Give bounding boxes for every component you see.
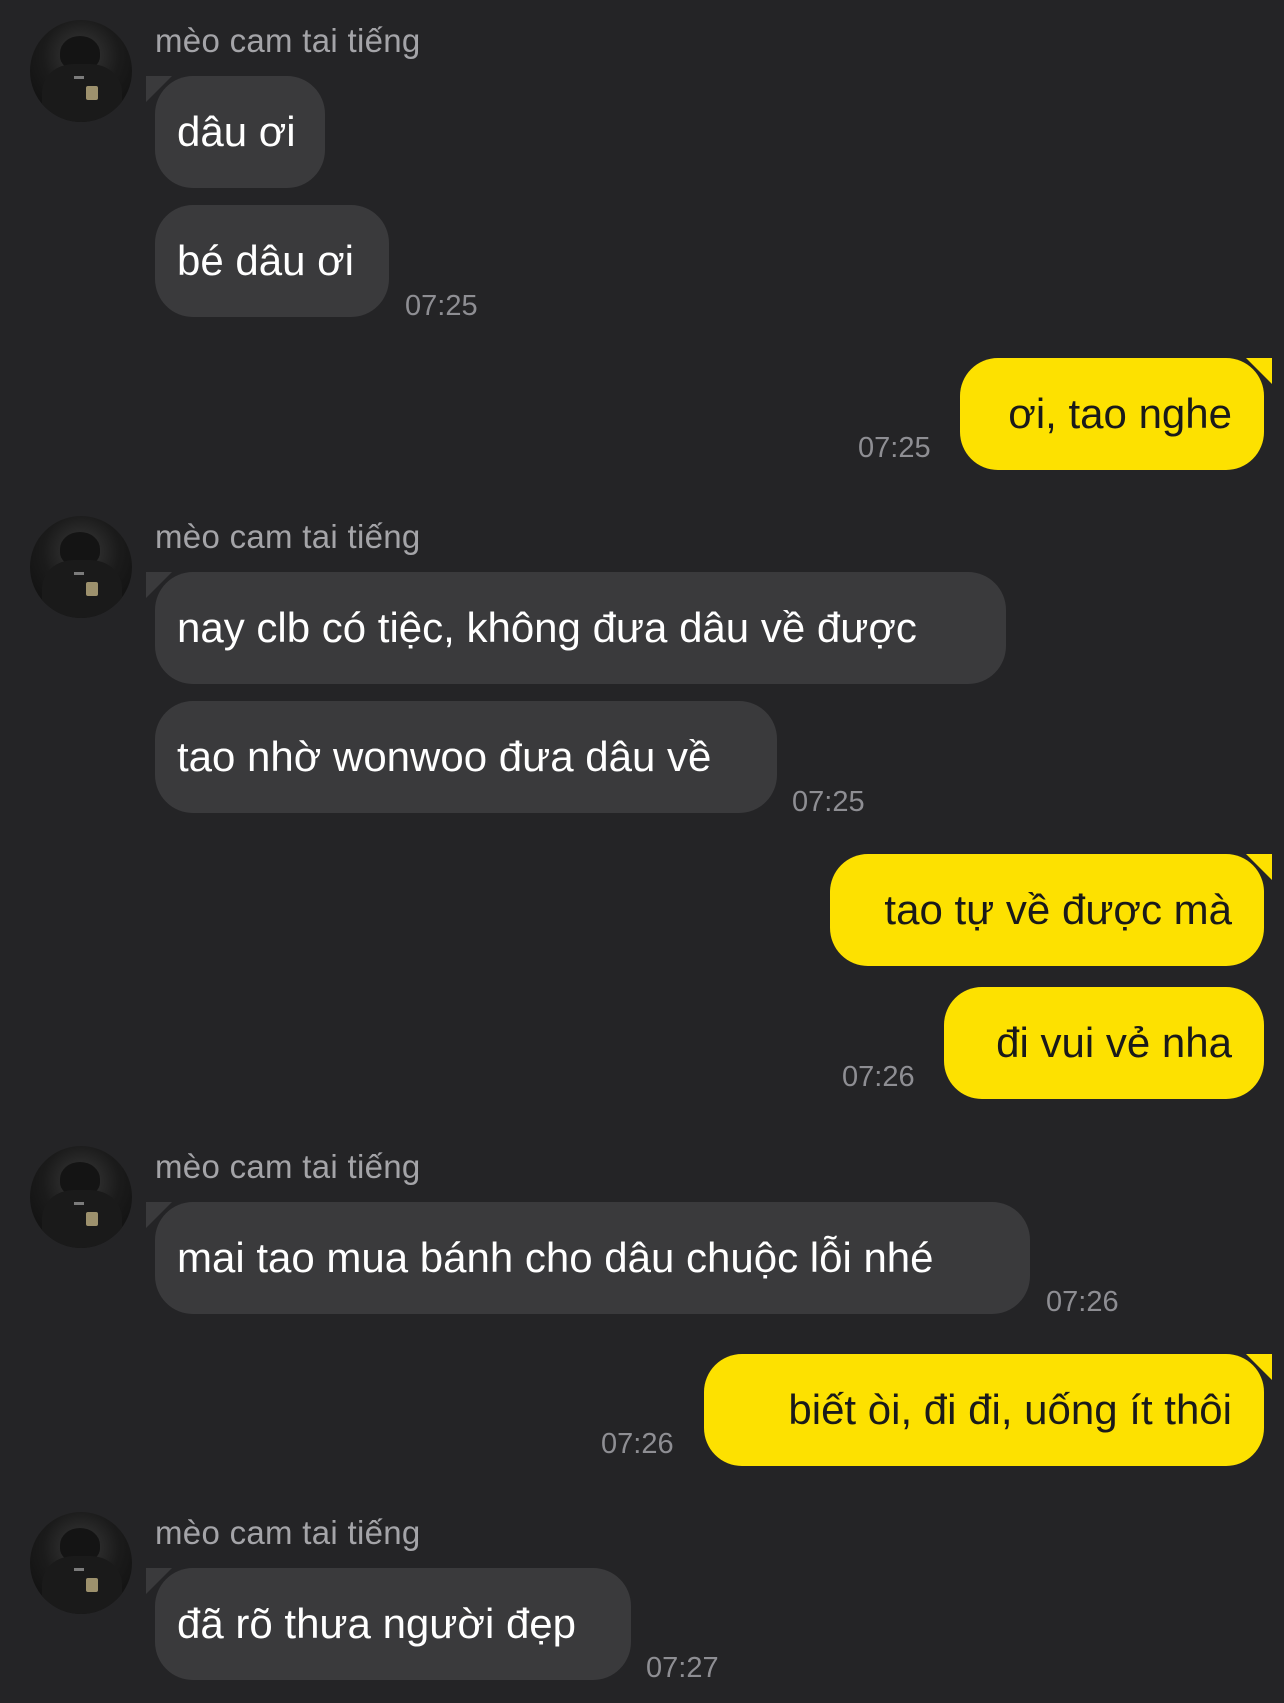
message-text: tao nhờ wonwoo đưa dâu về xyxy=(177,733,712,780)
message-bubble-incoming[interactable]: nay clb có tiệc, không đưa dâu về được xyxy=(146,572,1006,684)
avatar-badge xyxy=(86,582,98,596)
message-bubble-outgoing[interactable]: đi vui vẻ nha xyxy=(944,987,1264,1099)
message-timestamp: 07:26 xyxy=(601,1428,674,1460)
avatar-badge xyxy=(86,86,98,100)
message-text: nay clb có tiệc, không đưa dâu về được xyxy=(177,604,917,651)
contact-avatar[interactable] xyxy=(30,516,132,618)
message-bubble-incoming[interactable]: đã rõ thưa người đẹp xyxy=(146,1568,631,1680)
avatar-badge xyxy=(86,1212,98,1226)
avatar-detail xyxy=(74,1568,84,1571)
message-text: tao tự về được mà xyxy=(884,886,1232,933)
message-bubble-incoming[interactable]: bé dâu ơi xyxy=(155,205,389,317)
contact-avatar[interactable] xyxy=(30,1146,132,1248)
avatar-body-shape xyxy=(42,1190,122,1248)
contact-avatar[interactable] xyxy=(30,20,132,122)
message-bubble-incoming[interactable]: tao nhờ wonwoo đưa dâu về xyxy=(155,701,777,813)
avatar-detail xyxy=(74,76,84,79)
message-text: ơi, tao nghe xyxy=(1008,390,1232,437)
message-timestamp: 07:27 xyxy=(646,1652,719,1684)
message-bubble-outgoing[interactable]: ơi, tao nghe xyxy=(960,358,1272,470)
message-text: bé dâu ơi xyxy=(177,237,355,284)
avatar-detail xyxy=(74,572,84,575)
message-text: đã rõ thưa người đẹp xyxy=(177,1600,577,1647)
message-bubble-incoming[interactable]: dâu ơi xyxy=(146,76,325,188)
message-timestamp: 07:25 xyxy=(792,786,865,818)
avatar-body-shape xyxy=(42,1556,122,1614)
avatar-body-shape xyxy=(42,64,122,122)
sender-name[interactable]: mèo cam tai tiếng xyxy=(155,22,421,60)
message-text: dâu ơi xyxy=(177,108,296,155)
message-text: biết òi, đi đi, uống ít thôi xyxy=(788,1386,1232,1433)
contact-avatar[interactable] xyxy=(30,1512,132,1614)
message-bubble-outgoing[interactable]: biết òi, đi đi, uống ít thôi xyxy=(704,1354,1272,1466)
message-timestamp: 07:26 xyxy=(842,1061,915,1093)
avatar-badge xyxy=(86,1578,98,1592)
message-text: đi vui vẻ nha xyxy=(996,1019,1232,1066)
message-bubble-incoming[interactable]: mai tao mua bánh cho dâu chuộc lỗi nhé xyxy=(146,1202,1030,1314)
message-timestamp: 07:26 xyxy=(1046,1286,1119,1318)
message-bubble-outgoing[interactable]: tao tự về được mà xyxy=(830,854,1272,966)
sender-name[interactable]: mèo cam tai tiếng xyxy=(155,1514,421,1552)
message-timestamp: 07:25 xyxy=(405,290,478,322)
avatar-body-shape xyxy=(42,560,122,618)
avatar-detail xyxy=(74,1202,84,1205)
message-text: mai tao mua bánh cho dâu chuộc lỗi nhé xyxy=(177,1234,934,1281)
message-timestamp: 07:25 xyxy=(858,432,931,464)
sender-name[interactable]: mèo cam tai tiếng xyxy=(155,1148,421,1186)
sender-name[interactable]: mèo cam tai tiếng xyxy=(155,518,421,556)
